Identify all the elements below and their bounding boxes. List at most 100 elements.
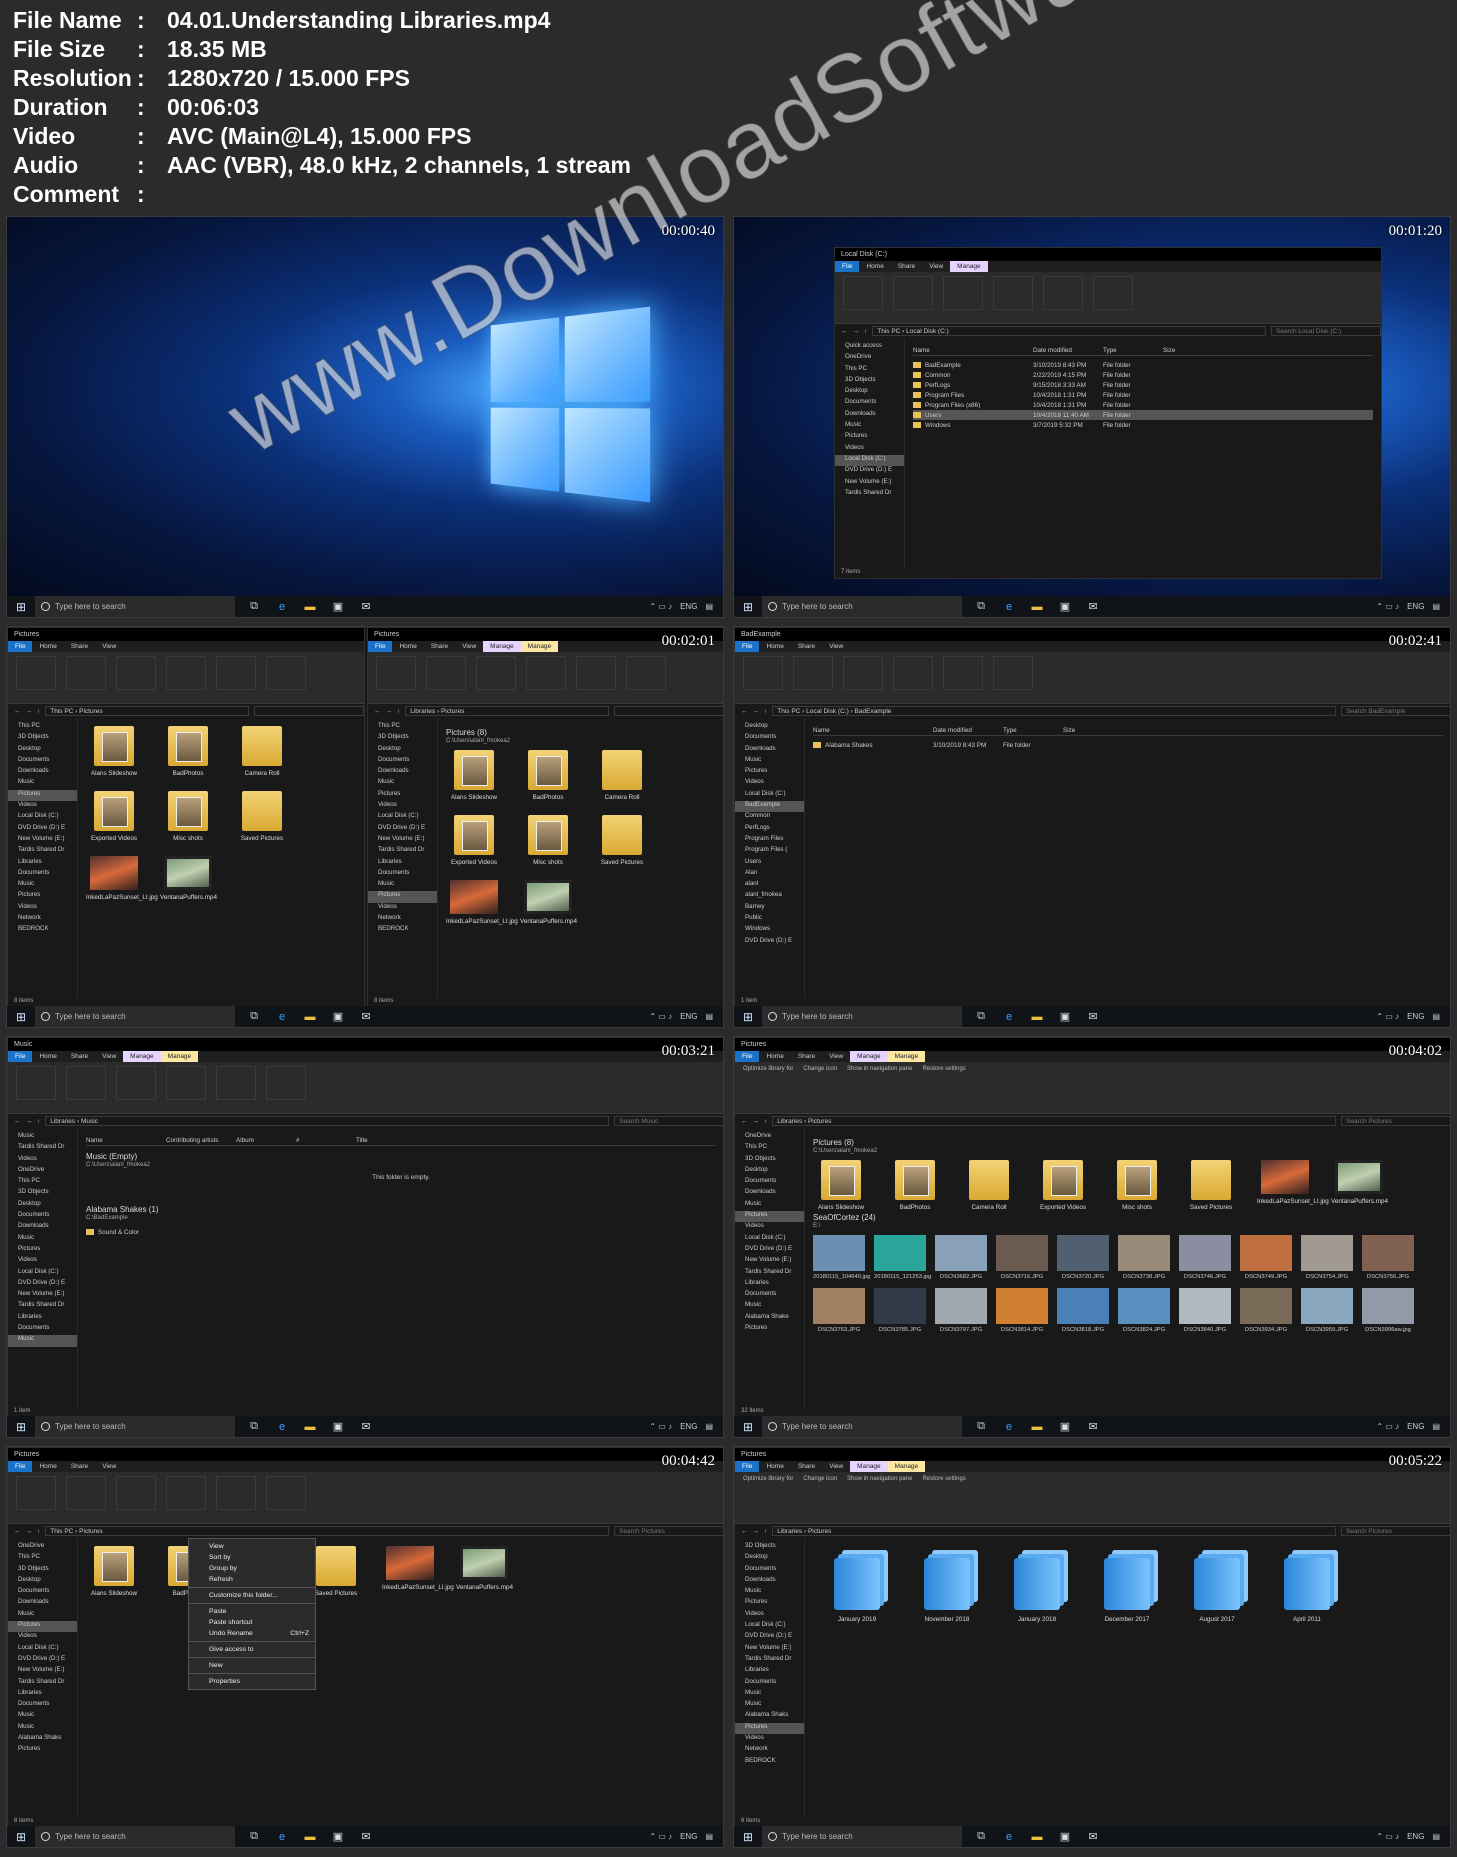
- menu-item[interactable]: Sort by: [189, 1552, 315, 1563]
- nav-item[interactable]: Music: [835, 421, 904, 432]
- search-input[interactable]: Search Music: [614, 1116, 724, 1126]
- search-input[interactable]: Search Pictures: [614, 1526, 724, 1536]
- nav-item[interactable]: Barney: [735, 903, 804, 914]
- tab-home[interactable]: Home: [759, 643, 790, 650]
- network-icon[interactable]: ⌃ ▭ ♪: [649, 602, 672, 611]
- store-icon[interactable]: ▣: [331, 600, 345, 614]
- folder-item[interactable]: VentanaPuffers.mp4: [1331, 1160, 1387, 1211]
- nav-item[interactable]: This PC: [8, 1553, 77, 1564]
- folder-item[interactable]: Alans Slideshow: [86, 726, 142, 777]
- nav-item[interactable]: Videos: [8, 903, 77, 914]
- task-view-icon[interactable]: ⧉: [974, 600, 988, 614]
- folder-item[interactable]: InkedLaPazSunset_LI.jpg: [1257, 1160, 1313, 1211]
- nav-item[interactable]: New Volume (E:): [835, 478, 904, 489]
- forward-icon[interactable]: →: [853, 328, 860, 335]
- folder-item[interactable]: InkedLaPazSunset_LI.jpg: [446, 880, 502, 925]
- store-icon[interactable]: ▣: [331, 1420, 345, 1434]
- nav-item[interactable]: 3D Objects: [8, 1565, 77, 1576]
- nav-item[interactable]: BadExample: [735, 801, 804, 812]
- network-icon[interactable]: ⌃ ▭ ♪: [649, 1422, 672, 1431]
- nav-item[interactable]: Libraries: [735, 1666, 804, 1677]
- preview-pane-button[interactable]: [793, 656, 833, 690]
- tab-file[interactable]: File: [368, 641, 392, 652]
- file-explorer-icon[interactable]: ▬: [303, 600, 317, 614]
- file-explorer-icon[interactable]: ▬: [303, 1830, 317, 1844]
- nav-item[interactable]: Downloads: [8, 767, 77, 778]
- ribbon-button[interactable]: Change icon: [803, 1066, 837, 1109]
- nav-item[interactable]: Windows: [735, 925, 804, 936]
- nav-item[interactable]: New Volume (E:): [8, 835, 77, 846]
- group-by-button[interactable]: [576, 656, 616, 690]
- back-icon[interactable]: ←: [741, 708, 748, 715]
- task-view-icon[interactable]: ⧉: [247, 1010, 261, 1024]
- column-header[interactable]: Title: [356, 1137, 416, 1144]
- nav-item[interactable]: Downloads: [8, 1598, 77, 1609]
- nav-item[interactable]: Videos: [368, 801, 437, 812]
- back-icon[interactable]: ←: [741, 1528, 748, 1535]
- folder-item[interactable]: Saved Pictures: [308, 1546, 364, 1597]
- nav-item[interactable]: Pictures: [8, 1245, 77, 1256]
- edge-icon[interactable]: e: [275, 600, 289, 614]
- folder-item[interactable]: Misc shots: [160, 791, 216, 842]
- nav-item[interactable]: BEDROCK: [735, 1757, 804, 1768]
- nav-item[interactable]: DVD Drive (D:) E: [735, 1632, 804, 1643]
- ribbon-button[interactable]: Restore settings: [922, 1476, 965, 1519]
- menu-item[interactable]: Undo Rename Ctrl+Z: [189, 1628, 315, 1639]
- nav-item[interactable]: Videos: [368, 903, 437, 914]
- back-icon[interactable]: ←: [14, 1118, 21, 1125]
- nav-item[interactable]: This PC: [735, 1143, 804, 1154]
- nav-item[interactable]: This PC: [368, 722, 437, 733]
- tab-manage-picture[interactable]: Manage: [888, 1051, 926, 1062]
- nav-item[interactable]: Tardis Shared Dr: [8, 1678, 77, 1689]
- tab-file[interactable]: File: [8, 1461, 32, 1472]
- notification-icon[interactable]: ▤: [705, 602, 713, 611]
- edge-icon[interactable]: e: [1002, 1830, 1016, 1844]
- menu-item[interactable]: Paste shortcut: [189, 1617, 315, 1628]
- network-icon[interactable]: ⌃ ▭ ♪: [649, 1012, 672, 1021]
- start-button[interactable]: ⊞: [734, 596, 762, 617]
- mail-icon[interactable]: ✉: [359, 1420, 373, 1434]
- tab-home[interactable]: Home: [32, 643, 63, 650]
- photo-item[interactable]: DSCN3934.JPG: [1240, 1288, 1292, 1333]
- folder-item[interactable]: Alans Slideshow: [86, 1546, 142, 1597]
- options-button[interactable]: [626, 656, 666, 690]
- list-item[interactable]: Sound & Color: [86, 1227, 716, 1237]
- nav-item[interactable]: Tardis Shared Dr: [8, 1301, 77, 1312]
- photo-item[interactable]: DSCN3682.JPG: [935, 1235, 987, 1280]
- nav-item[interactable]: Tardis Shared Dr: [8, 1143, 77, 1154]
- table-row[interactable]: Alabama Shakes 3/10/2019 8:43 PM File fold…: [813, 740, 1443, 750]
- edge-icon[interactable]: e: [1002, 1010, 1016, 1024]
- nav-item[interactable]: DVD Drive (D:) E: [8, 1655, 77, 1666]
- breadcrumb[interactable]: This PC › Local Disk (C:): [872, 326, 1266, 336]
- start-button[interactable]: ⊞: [7, 596, 35, 617]
- nav-item[interactable]: New Volume (E:): [735, 1644, 804, 1655]
- task-view-icon[interactable]: ⧉: [974, 1420, 988, 1434]
- nav-item[interactable]: Downloads: [735, 1576, 804, 1587]
- tab-manage[interactable]: Manage: [123, 1051, 161, 1062]
- nav-item[interactable]: Alabama Shaks: [735, 1711, 804, 1722]
- nav-item[interactable]: Program Files: [735, 835, 804, 846]
- nav-item[interactable]: Pictures: [368, 790, 437, 801]
- network-icon[interactable]: ⌃ ▭ ♪: [1376, 602, 1399, 611]
- nav-item[interactable]: Desktop: [368, 745, 437, 756]
- up-icon[interactable]: ↑: [37, 1118, 40, 1125]
- tab-file[interactable]: File: [735, 1051, 759, 1062]
- sort-by-button[interactable]: [893, 656, 933, 690]
- taskbar-search[interactable]: Type here to search: [35, 1416, 235, 1437]
- photo-item[interactable]: DSCN3756.JPG: [1362, 1235, 1414, 1280]
- tab-manage[interactable]: Manage: [950, 261, 988, 272]
- photo-item[interactable]: DSCN3797.JPG: [935, 1288, 987, 1333]
- nav-item[interactable]: Documents: [8, 756, 77, 767]
- folder-item[interactable]: Saved Pictures: [234, 791, 290, 842]
- nav-item[interactable]: Music: [735, 1301, 804, 1312]
- tab-home[interactable]: Home: [859, 263, 890, 270]
- up-icon[interactable]: ↑: [764, 708, 767, 715]
- layout-gallery[interactable]: [943, 276, 983, 310]
- file-explorer-icon[interactable]: ▬: [303, 1010, 317, 1024]
- group-by-button[interactable]: [216, 656, 256, 690]
- nav-item[interactable]: 3D Objects: [368, 733, 437, 744]
- folder-item[interactable]: December 2017: [1099, 1558, 1155, 1623]
- nav-item[interactable]: OneDrive: [8, 1166, 77, 1177]
- nav-item[interactable]: Tardis Shared Dr: [368, 846, 437, 857]
- task-view-icon[interactable]: ⧉: [974, 1830, 988, 1844]
